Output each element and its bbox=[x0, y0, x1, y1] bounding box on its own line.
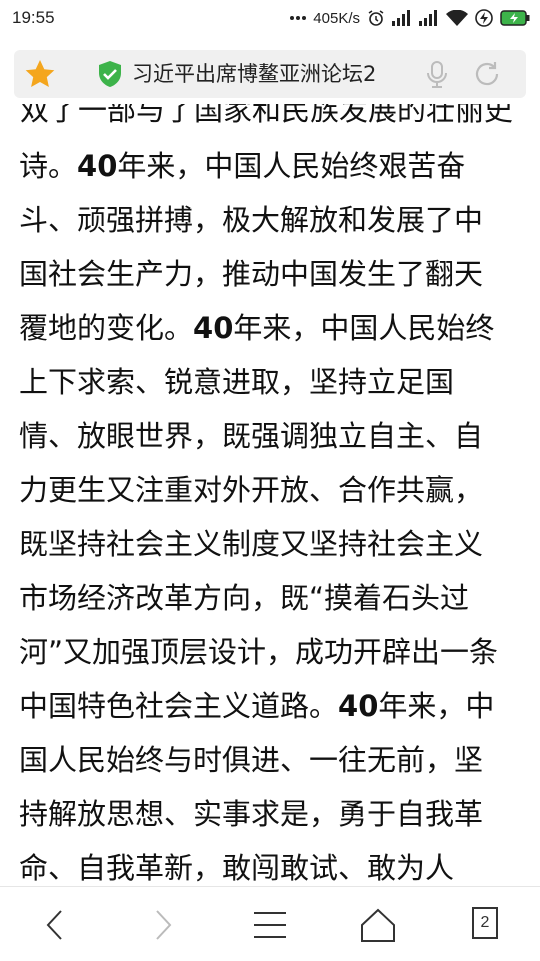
text-segment: 持解放思想、实事求是，勇于自我革 bbox=[19, 797, 484, 831]
more-dots-icon bbox=[290, 15, 307, 21]
status-time: 19:55 bbox=[12, 8, 55, 27]
text-segment: 斗、顽强拼搏，极大解放和发展了中 bbox=[19, 203, 484, 237]
tabs-icon[interactable]: 2 bbox=[472, 907, 498, 939]
text-segment: 河”又加强顶层设计，成功开辟出一条 bbox=[19, 635, 499, 669]
forward-icon[interactable] bbox=[142, 905, 182, 945]
alarm-icon bbox=[367, 9, 385, 27]
battery-icon bbox=[500, 10, 530, 26]
text-segment: 年来，中国人民始终艰苦奋 bbox=[117, 149, 466, 183]
microphone-icon[interactable] bbox=[422, 59, 452, 89]
bold-number: 40 bbox=[77, 149, 118, 183]
article-line: 力更生又注重对外开放、合作共赢， bbox=[19, 476, 483, 505]
status-icons: 405K/s bbox=[290, 8, 530, 28]
cut-off-line: 双了一部与了国家和民族发展的壮丽史 bbox=[20, 104, 514, 127]
article-line: 诗。40年来，中国人民始终艰苦奋 bbox=[19, 152, 465, 181]
text-segment: 年来，中国人民始终 bbox=[233, 311, 495, 345]
article-line: 市场经济改革方向，既“摸着石头过 bbox=[19, 584, 469, 613]
article-content: 双了一部与了国家和民族发展的壮丽史 诗。40年来，中国人民始终艰苦奋 斗、顽强拼搏… bbox=[0, 104, 540, 884]
bold-number: 40 bbox=[338, 689, 379, 723]
text-segment: 年来，中 bbox=[378, 689, 495, 723]
network-speed: 405K/s bbox=[313, 9, 360, 27]
menu-icon[interactable] bbox=[250, 905, 290, 945]
text-segment: 国人民始终与时俱进、一往无前，坚 bbox=[19, 743, 484, 777]
wifi-icon bbox=[446, 10, 468, 26]
article-line: 斗、顽强拼搏，极大解放和发展了中 bbox=[19, 206, 483, 235]
signal-icon bbox=[419, 10, 439, 26]
text-segment: 国社会生产力，推动中国发生了翻天 bbox=[19, 257, 484, 291]
charging-icon bbox=[475, 9, 493, 27]
article-line: 上下求索、锐意进取，坚持立足国 bbox=[19, 368, 454, 397]
article-line: 既坚持社会主义制度又坚持社会主义 bbox=[19, 530, 483, 559]
article-line: 覆地的变化。40年来，中国人民始终 bbox=[19, 314, 494, 343]
shield-check-icon bbox=[96, 60, 124, 88]
text-segment: 诗。 bbox=[19, 149, 78, 183]
article-line: 河”又加强顶层设计，成功开辟出一条 bbox=[19, 638, 498, 667]
bold-number: 40 bbox=[193, 311, 234, 345]
reload-icon[interactable] bbox=[472, 59, 502, 89]
back-icon[interactable] bbox=[36, 905, 76, 945]
article-line: 持解放思想、实事求是，勇于自我革 bbox=[19, 800, 483, 829]
text-segment: 力更生又注重对外开放、合作共赢， bbox=[19, 473, 484, 507]
bottom-toolbar: 2 bbox=[0, 886, 540, 961]
status-bar: 19:55 405K/s bbox=[0, 0, 540, 38]
signal-icon bbox=[392, 10, 412, 26]
text-segment: 既坚持社会主义制度又坚持社会主义 bbox=[19, 527, 484, 561]
text-segment: 上下求索、锐意进取，坚持立足国 bbox=[19, 365, 455, 399]
page-title[interactable]: 习近平出席博鳌亚洲论坛2 bbox=[132, 50, 422, 98]
article-line: 中国特色社会主义道路。40年来，中 bbox=[19, 692, 494, 721]
text-segment: 市场经济改革方向，既“摸着石头过 bbox=[19, 581, 470, 615]
article-line: 国社会生产力，推动中国发生了翻天 bbox=[19, 260, 483, 289]
text-segment: 情、放眼世界，既强调独立自主、自 bbox=[19, 419, 484, 453]
home-icon[interactable] bbox=[358, 905, 398, 945]
text-segment: 命、自我革新，敢闯敢试、敢为人 bbox=[19, 851, 455, 884]
address-bar[interactable]: 习近平出席博鳌亚洲论坛2 bbox=[14, 50, 526, 98]
text-segment: 中国特色社会主义道路。 bbox=[19, 689, 339, 723]
star-icon[interactable] bbox=[24, 58, 56, 90]
article-line: 命、自我革新，敢闯敢试、敢为人 bbox=[19, 854, 454, 883]
text-segment: 覆地的变化。 bbox=[19, 311, 194, 345]
article-line: 情、放眼世界，既强调独立自主、自 bbox=[19, 422, 483, 451]
article-line: 国人民始终与时俱进、一往无前，坚 bbox=[19, 746, 483, 775]
